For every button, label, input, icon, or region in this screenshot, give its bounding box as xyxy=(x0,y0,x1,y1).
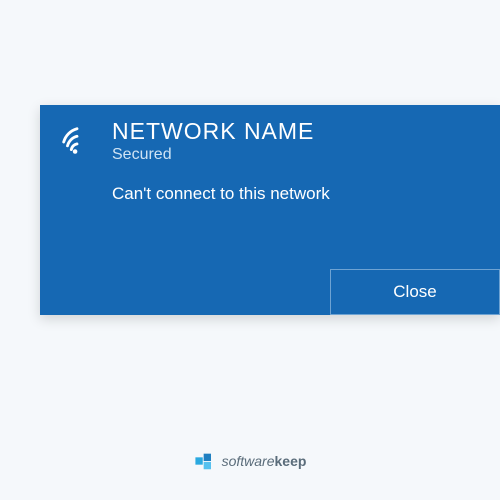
brand-text-light: software xyxy=(222,453,275,469)
network-status: Secured xyxy=(112,146,482,164)
close-button[interactable]: Close xyxy=(330,269,500,315)
brand-text: softwarekeep xyxy=(222,453,307,469)
brand-logo-icon xyxy=(194,450,216,472)
network-title-block: NETWORK NAME Secured xyxy=(112,119,482,164)
network-header: NETWORK NAME Secured xyxy=(40,105,500,164)
brand-text-bold: keep xyxy=(275,453,307,469)
connection-error-message: Can't connect to this network xyxy=(112,184,500,204)
brand-watermark: softwarekeep xyxy=(194,450,307,472)
wifi-icon xyxy=(58,123,96,161)
network-name: NETWORK NAME xyxy=(112,119,482,144)
network-flyout-panel: NETWORK NAME Secured Can't connect to th… xyxy=(40,105,500,315)
